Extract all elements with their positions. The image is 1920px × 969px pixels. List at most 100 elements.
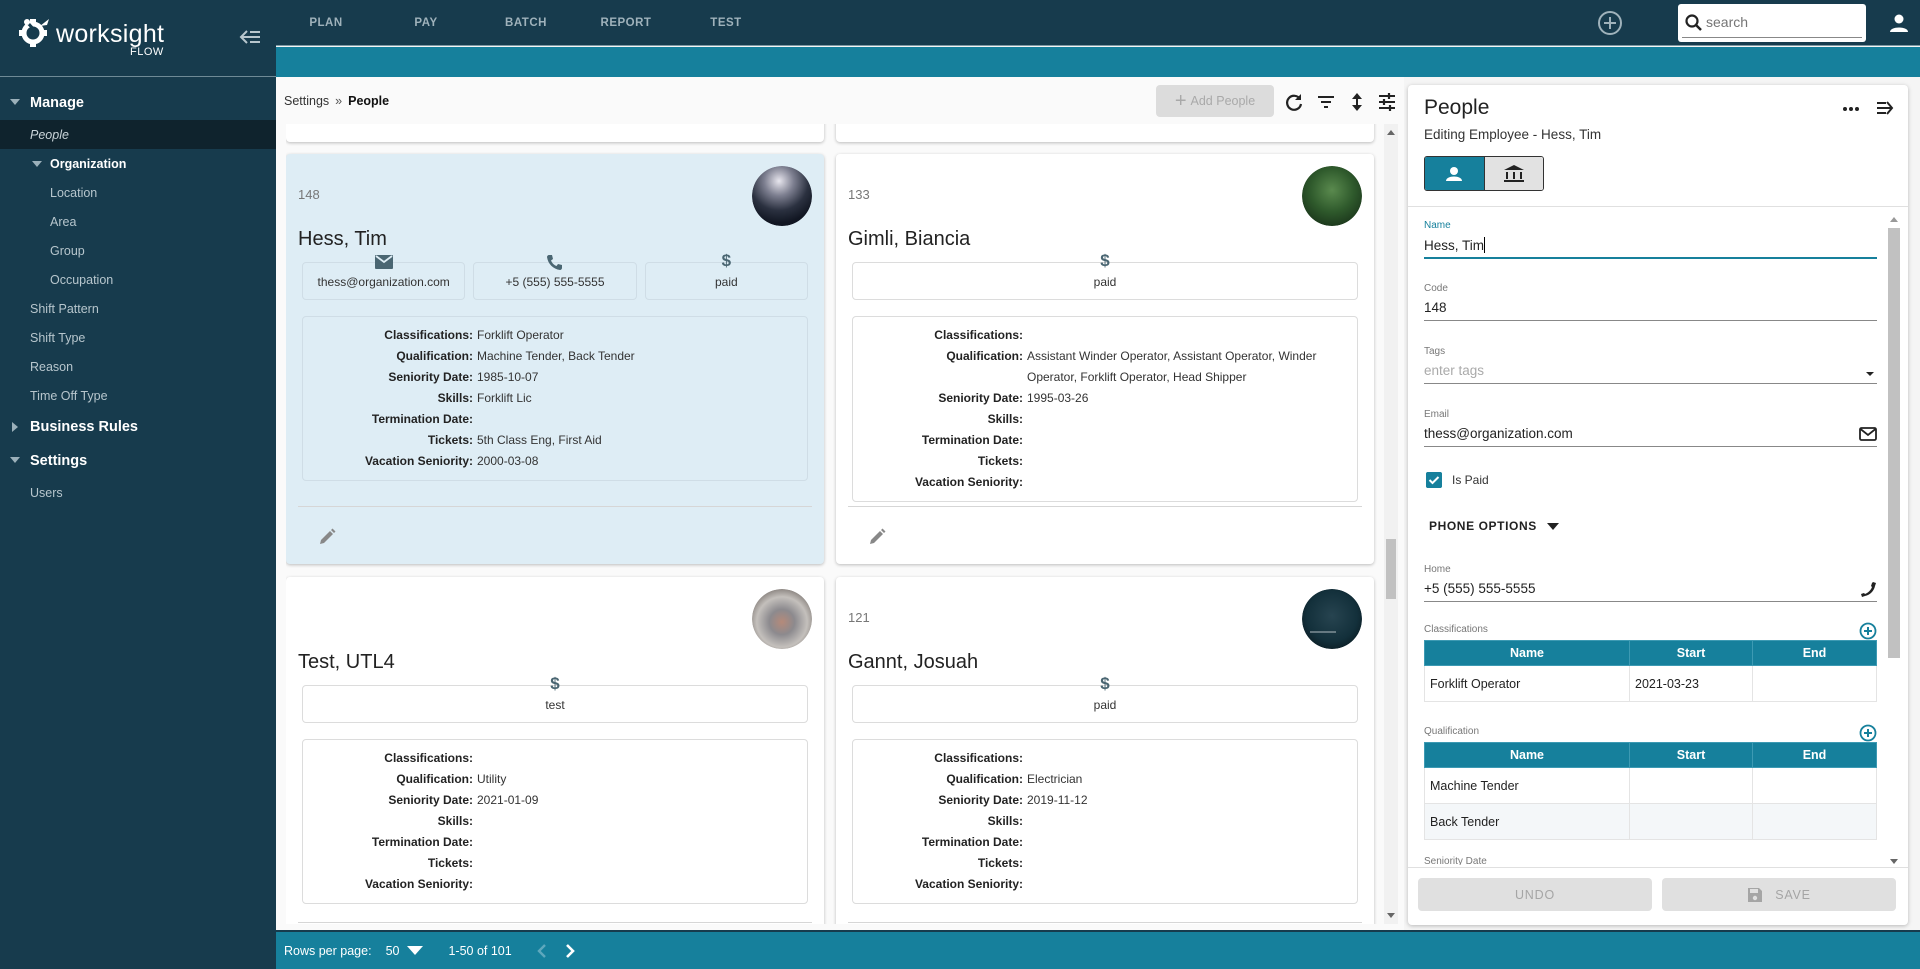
cards-scrollbar[interactable] <box>1384 124 1398 924</box>
col-header-end[interactable]: End <box>1752 742 1877 768</box>
email-chip[interactable]: thess@organization.com <box>302 255 466 300</box>
bank-view-toggle[interactable] <box>1483 157 1543 190</box>
collapse-panel-icon[interactable] <box>1875 99 1895 117</box>
avatar <box>1302 589 1362 649</box>
scroll-up-arrow[interactable] <box>1890 217 1898 222</box>
undo-label: UNDO <box>1514 887 1555 902</box>
sidebar-section-business-rules[interactable]: Business Rules <box>0 410 276 444</box>
person-card-partial[interactable] <box>836 124 1374 142</box>
tags-field[interactable]: Tags enter tags <box>1424 346 1877 384</box>
col-header-start[interactable]: Start <box>1629 640 1753 666</box>
scroll-thumb[interactable] <box>1888 228 1900 658</box>
col-header-start[interactable]: Start <box>1629 742 1753 768</box>
person-card[interactable]: 133 Gimli, Biancia $ paid Classification… <box>836 154 1374 564</box>
tab-test[interactable]: TEST <box>676 0 776 46</box>
undo-button[interactable]: UNDO <box>1418 878 1652 911</box>
pay-chip[interactable]: $ test <box>302 674 808 723</box>
scroll-up-arrow[interactable] <box>1387 130 1395 135</box>
table-row[interactable]: Forklift Operator 2021-03-23 <box>1424 665 1877 702</box>
name-input[interactable]: Hess, Tim <box>1424 237 1877 255</box>
save-button[interactable]: SAVE <box>1662 878 1896 911</box>
rows-per-page-label: Rows per page: <box>284 943 372 958</box>
sidebar-item-organization[interactable]: Organization <box>0 149 276 178</box>
scroll-down-arrow[interactable] <box>1387 913 1395 918</box>
tags-dropdown-icon[interactable] <box>1863 364 1877 382</box>
user-account-icon[interactable] <box>1888 12 1910 34</box>
sidebar-nav: Manage People Organization Location Area… <box>0 86 276 507</box>
people-card-grid: 148 Hess, Tim thess@organization.com +5 … <box>286 124 1386 924</box>
tab-pay[interactable]: PAY <box>376 0 476 46</box>
sidebar-item-people[interactable]: People <box>0 120 276 149</box>
col-header-end[interactable]: End <box>1752 640 1877 666</box>
sidebar-item-reason[interactable]: Reason <box>0 352 276 381</box>
is-paid-label: Is Paid <box>1452 473 1489 487</box>
is-paid-checkbox[interactable] <box>1426 472 1442 488</box>
sidebar-item-time-off-type[interactable]: Time Off Type <box>0 381 276 410</box>
pay-chip[interactable]: $ paid <box>852 674 1358 723</box>
sidebar-section-settings[interactable]: Settings <box>0 444 276 478</box>
email-icon[interactable] <box>1859 425 1877 443</box>
sidebar-item-users[interactable]: Users <box>0 478 276 507</box>
sidebar-item-area[interactable]: Area <box>0 207 276 236</box>
person-card[interactable]: 121 Gannt, Josuah $ paid Classifications… <box>836 577 1374 924</box>
sidebar-item-occupation[interactable]: Occupation <box>0 265 276 294</box>
scroll-down-arrow[interactable] <box>1890 859 1898 864</box>
collapse-sidebar-icon[interactable] <box>238 26 264 48</box>
sidebar-item-location[interactable]: Location <box>0 178 276 207</box>
rows-per-page-value[interactable]: 50 <box>386 944 400 958</box>
person-card[interactable]: Test, UTL4 $ test Classifications: Quali… <box>286 577 824 924</box>
tab-report[interactable]: REPORT <box>576 0 676 46</box>
detail-row: Tickets: <box>977 454 1023 468</box>
tags-input[interactable]: enter tags <box>1424 363 1877 381</box>
refresh-icon[interactable] <box>1283 91 1305 113</box>
edit-pencil-icon[interactable] <box>318 528 336 546</box>
code-input[interactable]: 148 <box>1424 300 1877 318</box>
add-qualification-icon[interactable] <box>1859 724 1877 742</box>
tune-settings-icon[interactable] <box>1376 91 1398 113</box>
sidebar-item-shift-pattern[interactable]: Shift Pattern <box>0 294 276 323</box>
form-scrollbar[interactable] <box>1887 213 1901 867</box>
name-field[interactable]: Name Hess, Tim <box>1424 220 1877 259</box>
home-phone-field[interactable]: Home +5 (555) 555-5555 <box>1424 564 1877 602</box>
phone-options-toggle[interactable]: PHONE OPTIONS <box>1429 519 1559 533</box>
code-field[interactable]: Code 148 <box>1424 283 1877 321</box>
table-row[interactable]: Machine Tender <box>1424 767 1877 804</box>
expand-vertical-icon[interactable] <box>1346 91 1368 113</box>
pay-chip[interactable]: $ paid <box>644 251 808 300</box>
tab-plan[interactable]: PLAN <box>276 0 376 46</box>
scroll-thumb[interactable] <box>1386 539 1396 599</box>
more-options-icon[interactable] <box>1840 103 1862 115</box>
col-header-name[interactable]: Name <box>1424 742 1630 768</box>
breadcrumb-settings[interactable]: Settings <box>284 94 329 108</box>
employee-name: Gimli, Biancia <box>848 228 971 250</box>
person-card-partial[interactable] <box>286 124 824 142</box>
add-classification-icon[interactable] <box>1859 622 1877 640</box>
phone-chip[interactable]: +5 (555) 555-5555 <box>473 255 637 300</box>
col-header-name[interactable]: Name <box>1424 640 1630 666</box>
email-input[interactable]: thess@organization.com <box>1424 426 1877 444</box>
top-tabs: PLAN PAY BATCH REPORT TEST <box>276 0 776 46</box>
next-page-icon[interactable] <box>560 941 580 961</box>
sidebar-section-manage[interactable]: Manage <box>0 86 276 120</box>
email-label: Email <box>1424 409 1450 420</box>
sidebar-item-group[interactable]: Group <box>0 236 276 265</box>
rows-per-page-dropdown-icon[interactable] <box>407 946 424 955</box>
phone-icon[interactable] <box>1859 580 1877 598</box>
person-card[interactable]: 148 Hess, Tim thess@organization.com +5 … <box>286 154 824 564</box>
table-row[interactable]: Back Tender <box>1424 803 1877 840</box>
person-view-toggle[interactable] <box>1425 157 1484 190</box>
pay-chip[interactable]: $ paid <box>852 251 1358 300</box>
sidebar-item-shift-type[interactable]: Shift Type <box>0 323 276 352</box>
edit-pencil-icon[interactable] <box>868 528 886 546</box>
filter-icon[interactable] <box>1315 91 1337 113</box>
add-people-button[interactable]: + Add People <box>1156 85 1274 117</box>
search-input[interactable] <box>1706 10 1856 34</box>
tab-batch[interactable]: BATCH <box>476 0 576 46</box>
add-circle-icon[interactable] <box>1597 10 1623 36</box>
accent-bar <box>276 47 1920 77</box>
previous-page-icon[interactable] <box>532 941 552 961</box>
search-box[interactable] <box>1678 4 1866 42</box>
sidebar: worksight FLOW Manage People Organizatio… <box>0 0 276 969</box>
email-field[interactable]: Email thess@organization.com <box>1424 409 1877 447</box>
home-phone-input[interactable]: +5 (555) 555-5555 <box>1424 581 1877 599</box>
